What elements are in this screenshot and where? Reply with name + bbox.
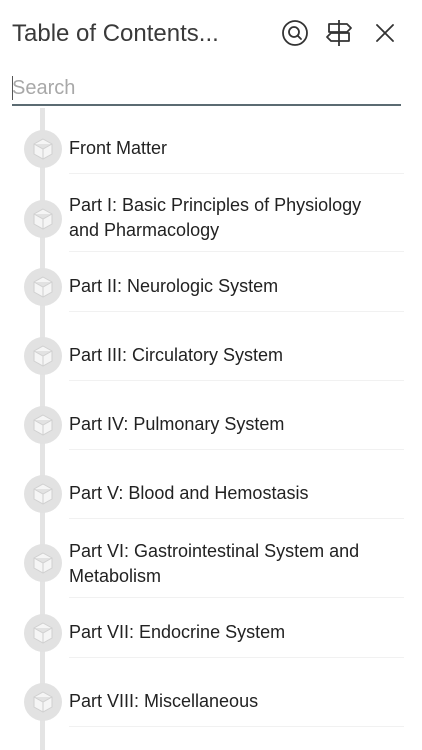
toc-item-label: Part III: Circulatory System [69,345,284,365]
toc-item-part-4[interactable]: Part IV: Pulmonary System [24,400,404,450]
book-cube-icon [24,268,62,306]
toc-item-front-matter[interactable]: Front Matter [24,124,404,174]
toc-item-label: Part VIII: Miscellaneous [69,691,259,711]
book-cube-icon [24,200,62,238]
toc-item-part-1[interactable]: Part I: Basic Principles of Physiology a… [24,190,404,252]
toc-item-label: Part I: Basic Principles of Physiology a… [69,195,362,240]
book-cube-icon [24,475,62,513]
book-cube-icon [24,683,62,721]
book-cube-icon [24,337,62,375]
book-cube-icon [24,614,62,652]
book-cube-icon [24,406,62,444]
toc-panel: Table of Contents... Search Front Matter… [0,0,422,750]
toc-item-label: Part VII: Endocrine System [69,622,286,642]
toc-item-part-6[interactable]: Part VI: Gastrointestinal System and Met… [24,536,404,598]
toc-item-label: Front Matter [69,138,168,158]
toc-item-part-7[interactable]: Part VII: Endocrine System [24,608,404,658]
toc-item-part-3[interactable]: Part III: Circulatory System [24,331,404,381]
toc-item-part-8[interactable]: Part VIII: Miscellaneous [24,677,404,727]
book-cube-icon [24,544,62,582]
toc-list: Front Matter Part I: Basic Principles of… [0,0,422,750]
toc-item-label: Part V: Blood and Hemostasis [69,483,309,503]
toc-item-label: Part VI: Gastrointestinal System and Met… [69,541,360,586]
toc-item-label: Part II: Neurologic System [69,276,279,296]
toc-item-part-5[interactable]: Part V: Blood and Hemostasis [24,469,404,519]
book-cube-icon [24,130,62,168]
toc-item-part-2[interactable]: Part II: Neurologic System [24,262,404,312]
toc-item-label: Part IV: Pulmonary System [69,414,285,434]
